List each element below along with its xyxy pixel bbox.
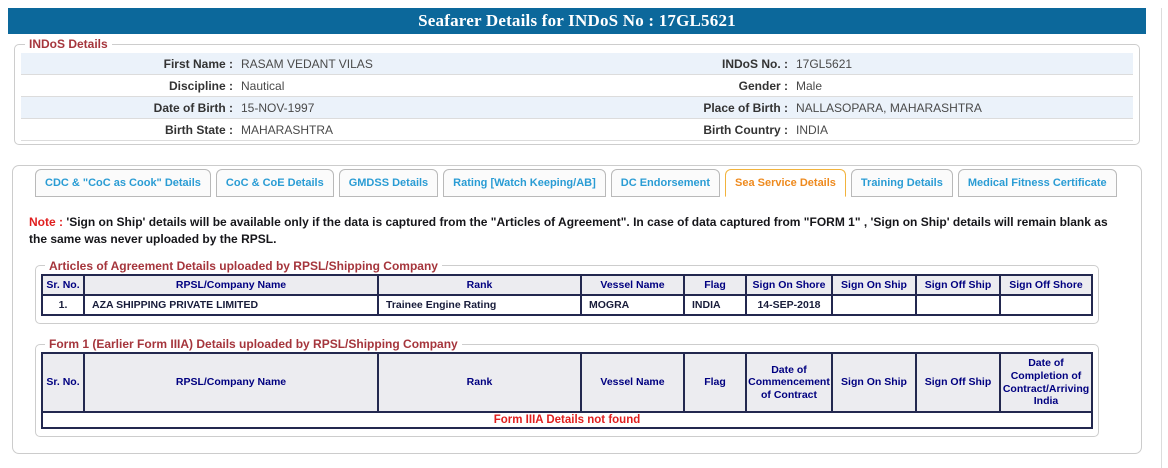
indos-no-value: 17GL5621 (788, 57, 1133, 71)
column-header: Sign On Ship (832, 275, 916, 296)
table-row: Form IIIA Details not found (42, 412, 1092, 428)
column-header: Sign Off Shore (1000, 275, 1092, 296)
column-header: Flag (684, 275, 746, 296)
column-header: Vessel Name (581, 275, 684, 296)
indos-details-legend: INDoS Details (25, 37, 112, 51)
column-header: Sign Off Ship (916, 275, 1000, 296)
cell-sign-on-shore: 14-SEP-2018 (746, 295, 832, 315)
tab-sea-service-details[interactable]: Sea Service Details (725, 169, 846, 197)
indos-no-label: INDoS No. : (581, 57, 788, 71)
birth-country-label: Birth Country : (581, 123, 788, 137)
gender-value: Male (788, 79, 1133, 93)
cell-rank: Trainee Engine Rating (378, 295, 581, 315)
column-header: Sr. No. (42, 353, 84, 411)
table-header-row: Sr. No. RPSL/Company Name Rank Vessel Na… (42, 275, 1092, 296)
table-row: 1. AZA SHIPPING PRIVATE LIMITED Trainee … (42, 295, 1092, 315)
articles-of-agreement-table: Sr. No. RPSL/Company Name Rank Vessel Na… (41, 274, 1093, 317)
column-header: Sign On Shore (746, 275, 832, 296)
place-of-birth-label: Place of Birth : (581, 101, 788, 115)
field-row: Date of Birth : 15-NOV-1997 Place of Bir… (21, 97, 1133, 119)
tab-cdc-coc-as-cook-details[interactable]: CDC & "CoC as Cook" Details (35, 169, 211, 197)
discipline-value: Nautical (233, 79, 581, 93)
column-header: Sign Off Ship (916, 353, 1000, 411)
column-header: Date of Commencement of Contract (746, 353, 832, 411)
cell-company: AZA SHIPPING PRIVATE LIMITED (84, 295, 378, 315)
articles-of-agreement-legend: Articles of Agreement Details uploaded b… (45, 259, 442, 273)
tab-panel: CDC & "CoC as Cook" Details CoC & CoE De… (12, 165, 1142, 454)
tab-dc-endorsement[interactable]: DC Endorsement (611, 169, 720, 197)
column-header: Vessel Name (581, 353, 684, 411)
birth-state-label: Birth State : (21, 123, 233, 137)
tab-rating-watch-keeping-ab[interactable]: Rating [Watch Keeping/AB] (443, 169, 606, 197)
birth-state-value: MAHARASHTRA (233, 123, 581, 137)
field-row: Discipline : Nautical Gender : Male (21, 75, 1133, 97)
column-header: Rank (378, 275, 581, 296)
form1-legend: Form 1 (Earlier Form IIIA) Details uploa… (45, 337, 462, 351)
articles-of-agreement-section: Articles of Agreement Details uploaded b… (35, 259, 1099, 325)
note-prefix: Note : (29, 215, 63, 229)
column-header: Date of Completion of Contract/Arriving … (1000, 353, 1092, 411)
birth-country-value: INDIA (788, 123, 1133, 137)
page-title: Seafarer Details for INDoS No : 17GL5621 (418, 11, 736, 30)
indos-details-section: INDoS Details First Name : RASAM VEDANT … (14, 37, 1140, 145)
tab-training-details[interactable]: Training Details (851, 169, 953, 197)
field-row: First Name : RASAM VEDANT VILAS INDoS No… (21, 53, 1133, 75)
column-header: Flag (684, 353, 746, 411)
cell-sign-off-shore (1000, 295, 1092, 315)
field-row: Birth State : MAHARASHTRA Birth Country … (21, 119, 1133, 141)
column-header: RPSL/Company Name (84, 275, 378, 296)
table-header-row: Sr. No. RPSL/Company Name Rank Vessel Na… (42, 353, 1092, 411)
form1-table: Sr. No. RPSL/Company Name Rank Vessel Na… (41, 352, 1093, 428)
cell-sign-on-ship (832, 295, 916, 315)
tab-strip: CDC & "CoC as Cook" Details CoC & CoE De… (13, 166, 1141, 197)
cell-sign-off-ship (916, 295, 1000, 315)
column-header: Sr. No. (42, 275, 84, 296)
gender-label: Gender : (581, 79, 788, 93)
date-of-birth-label: Date of Birth : (21, 101, 233, 115)
tab-gmdss-details[interactable]: GMDSS Details (339, 169, 438, 197)
seafarer-details-page: Seafarer Details for INDoS No : 17GL5621… (0, 8, 1168, 468)
sea-service-tab-content: Note : 'Sign on Ship' details will be av… (13, 214, 1141, 437)
cell-flag: INDIA (684, 295, 746, 315)
column-header: Rank (378, 353, 581, 411)
place-of-birth-value: NALLASOPARA, MAHARASHTRA (788, 101, 1133, 115)
first-name-value: RASAM VEDANT VILAS (233, 57, 581, 71)
first-name-label: First Name : (21, 57, 233, 71)
note-body: 'Sign on Ship' details will be available… (29, 215, 1108, 246)
date-of-birth-value: 15-NOV-1997 (233, 101, 581, 115)
discipline-label: Discipline : (21, 79, 233, 93)
form1-section: Form 1 (Earlier Form IIIA) Details uploa… (35, 337, 1099, 436)
tab-coc-coe-details[interactable]: CoC & CoE Details (216, 169, 334, 197)
cell-vessel: MOGRA (581, 295, 684, 315)
page-right-divider (1161, 8, 1162, 468)
page-title-bar: Seafarer Details for INDoS No : 17GL5621 (8, 8, 1146, 34)
note-text: Note : 'Sign on Ship' details will be av… (29, 214, 1117, 249)
column-header: Sign On Ship (832, 353, 916, 411)
cell-sr-no: 1. (42, 295, 84, 315)
column-header: RPSL/Company Name (84, 353, 378, 411)
tab-medical-fitness-certificate[interactable]: Medical Fitness Certificate (958, 169, 1117, 197)
empty-message: Form IIIA Details not found (42, 412, 1092, 428)
